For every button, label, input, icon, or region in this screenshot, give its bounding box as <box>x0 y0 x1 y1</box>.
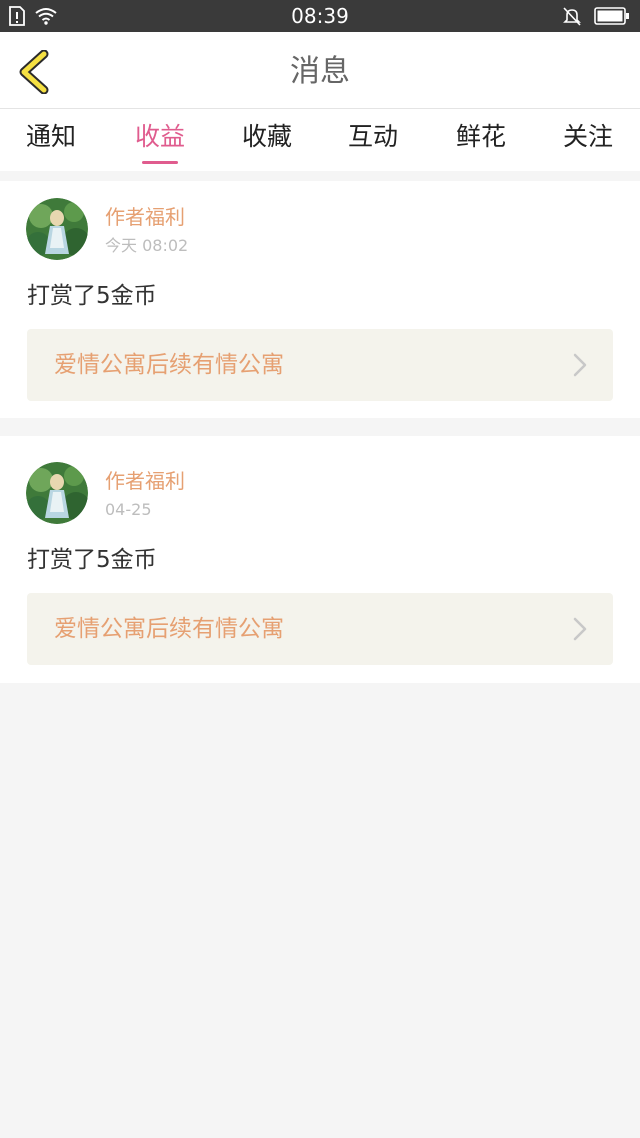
author-name: 作者福利 <box>105 469 185 493</box>
book-link-label: 爱情公寓后续有情公寓 <box>54 352 284 378</box>
author-name: 作者福利 <box>105 205 185 229</box>
chevron-right-icon <box>573 353 587 377</box>
message-time: 04-25 <box>105 500 152 519</box>
silent-bell-icon <box>563 7 581 26</box>
message-time: 今天 08:02 <box>105 236 189 255</box>
status-time: 08:39 <box>291 4 349 28</box>
page-title: 消息 <box>290 54 350 89</box>
tab-interactions[interactable]: 互动 <box>318 121 428 153</box>
status-bar: 08:39 <box>0 0 640 32</box>
message-text: 打赏了5金币 <box>27 283 157 309</box>
tab-bar: 通知 收益 收藏 互动 鲜花 关注 <box>0 109 640 171</box>
message-card: 作者福利 今天 08:02 打赏了5金币 爱情公寓后续有情公寓 <box>0 181 640 418</box>
book-link[interactable]: 爱情公寓后续有情公寓 <box>27 329 613 401</box>
active-tab-indicator <box>142 161 178 164</box>
book-link-label: 爱情公寓后续有情公寓 <box>54 616 284 642</box>
status-right <box>562 6 630 26</box>
header-bar: 消息 <box>0 32 640 109</box>
book-link[interactable]: 爱情公寓后续有情公寓 <box>27 593 613 665</box>
tab-earnings[interactable]: 收益 <box>105 121 215 153</box>
message-card: 作者福利 04-25 打赏了5金币 爱情公寓后续有情公寓 <box>0 436 640 683</box>
tab-notifications[interactable]: 通知 <box>0 121 106 153</box>
avatar[interactable] <box>26 198 88 260</box>
avatar[interactable] <box>26 462 88 524</box>
chevron-right-icon <box>573 617 587 641</box>
battery-icon <box>594 7 629 25</box>
tab-favorites[interactable]: 收藏 <box>212 121 322 153</box>
tab-following[interactable]: 关注 <box>533 121 640 153</box>
message-text: 打赏了5金币 <box>27 547 157 573</box>
tab-flowers[interactable]: 鲜花 <box>426 121 536 153</box>
